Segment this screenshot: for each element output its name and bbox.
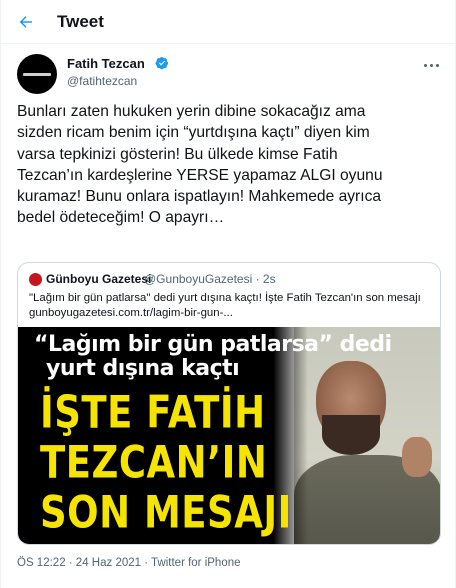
more-dot <box>429 63 433 67</box>
arrow-left-icon <box>19 16 32 28</box>
tweet-text: Bunları zaten hukuken yerin dibine sokac… <box>17 103 383 227</box>
page-title: Tweet <box>57 12 104 31</box>
avatar[interactable] <box>17 54 57 94</box>
person-hand <box>402 437 432 477</box>
avatar-logo <box>23 72 51 76</box>
tweet-page: Tweet Fatih Tezcan @fatihtezcan Bunları … <box>0 0 456 588</box>
quoted-author-handle: @GunboyuGazetesi · 2s <box>144 272 276 286</box>
image-big-line3: SON MESAJI <box>40 486 292 539</box>
quoted-link[interactable]: gunboyugazetesi.com.tr/lagim-bir-gun-... <box>29 307 429 319</box>
video-still <box>294 327 440 544</box>
image-headline-line1: “Lağım bir gün patlarsa” dedi <box>34 332 392 357</box>
author-name[interactable]: Fatih Tezcan <box>67 56 145 71</box>
author-handle[interactable]: @fatihtezcan <box>67 74 137 88</box>
header-bar: Tweet <box>1 0 456 44</box>
image-big-line2: TEZCAN’IN <box>40 436 268 489</box>
quoted-tweet[interactable]: Günboyu Gazetesi @GunboyuGazetesi · 2s "… <box>17 262 441 545</box>
more-dot <box>435 63 439 67</box>
tweet-timestamp[interactable]: ÖS 12:22 · 24 Haz 2021 · Twitter for iPh… <box>17 557 241 569</box>
more-button[interactable] <box>419 56 443 74</box>
quoted-author-name: Günboyu Gazetesi <box>46 272 152 286</box>
back-button[interactable] <box>13 9 39 35</box>
quoted-text: "Lağım bir gün patlarsa" dedi yurt dışın… <box>29 292 421 304</box>
image-big-line1: İŞTE FATİH <box>40 386 266 439</box>
person-beard <box>322 415 380 455</box>
more-horizontal-icon <box>423 63 427 67</box>
quoted-avatar <box>29 273 42 286</box>
quoted-image[interactable]: “Lağım bir gün patlarsa” dedi yurt dışın… <box>18 327 440 544</box>
verified-badge-icon <box>155 56 169 70</box>
image-headline-line2: yurt dışına kaçtı <box>46 356 240 381</box>
